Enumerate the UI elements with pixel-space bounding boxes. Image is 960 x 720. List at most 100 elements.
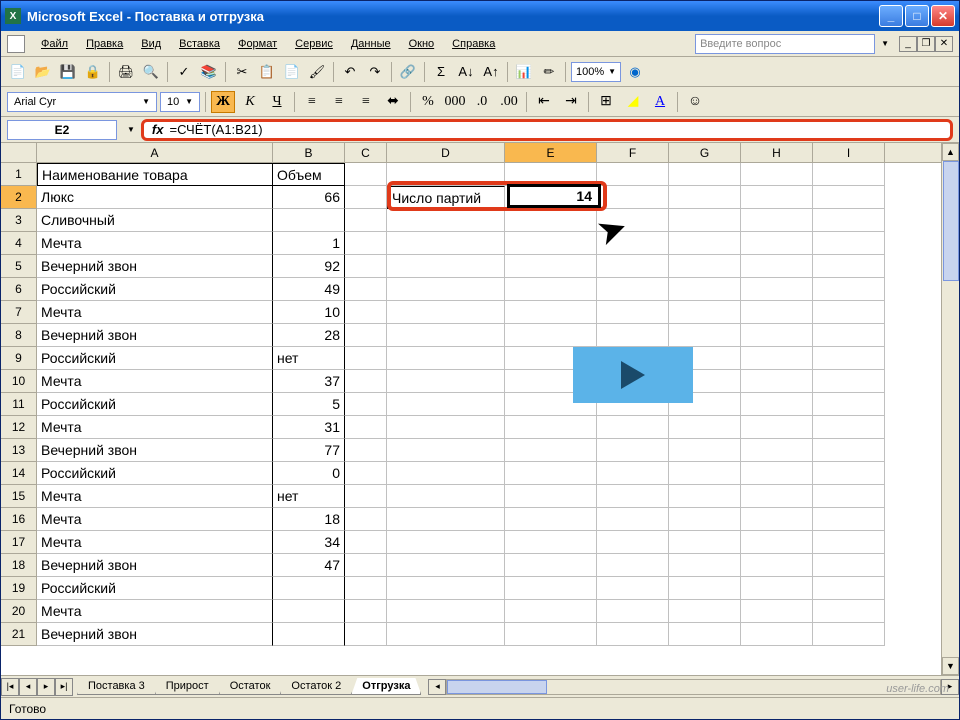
cell[interactable] <box>741 301 813 324</box>
tab-last-button[interactable]: ▸| <box>55 678 73 696</box>
cell[interactable] <box>387 255 505 278</box>
row-header[interactable]: 3 <box>1 209 37 232</box>
cell[interactable]: Вечерний звон <box>37 255 273 278</box>
cell[interactable] <box>597 324 669 347</box>
cell[interactable] <box>345 485 387 508</box>
cell[interactable] <box>813 324 885 347</box>
cell[interactable] <box>597 623 669 646</box>
cell[interactable] <box>669 623 741 646</box>
table-row[interactable]: 1Наименование товараОбъем <box>1 163 959 186</box>
row-header[interactable]: 6 <box>1 278 37 301</box>
cell[interactable] <box>813 278 885 301</box>
cell[interactable] <box>741 347 813 370</box>
scroll-down-icon[interactable]: ▼ <box>942 657 959 675</box>
cell[interactable] <box>387 278 505 301</box>
cell[interactable] <box>813 623 885 646</box>
autosum-icon[interactable]: Σ <box>430 61 452 83</box>
cell[interactable] <box>505 439 597 462</box>
cell[interactable] <box>505 209 597 232</box>
table-row[interactable]: 21Вечерний звон <box>1 623 959 646</box>
cell[interactable] <box>387 393 505 416</box>
cell[interactable] <box>273 577 345 600</box>
sheet-tab[interactable]: Прирост <box>155 678 220 695</box>
cell[interactable] <box>813 163 885 186</box>
menu-window[interactable]: Окно <box>401 35 443 53</box>
row-header[interactable]: 19 <box>1 577 37 600</box>
sheet-tab[interactable]: Остаток <box>219 678 282 695</box>
row-header[interactable]: 12 <box>1 416 37 439</box>
cell[interactable] <box>505 577 597 600</box>
mdi-close-button[interactable]: ✕ <box>935 36 953 52</box>
cell[interactable] <box>741 278 813 301</box>
cell[interactable] <box>505 554 597 577</box>
cell[interactable] <box>669 485 741 508</box>
font-size-selector[interactable]: 10▼ <box>160 92 200 112</box>
col-header-i[interactable]: I <box>813 143 885 162</box>
cell[interactable] <box>505 508 597 531</box>
col-header-g[interactable]: G <box>669 143 741 162</box>
thousands-icon[interactable]: 000 <box>443 91 467 113</box>
cell[interactable] <box>345 439 387 462</box>
cell[interactable] <box>345 393 387 416</box>
cell[interactable]: 10 <box>273 301 345 324</box>
cell[interactable] <box>345 623 387 646</box>
cell[interactable] <box>597 416 669 439</box>
maximize-button[interactable]: □ <box>905 5 929 27</box>
tab-next-button[interactable]: ▸ <box>37 678 55 696</box>
cell[interactable]: 34 <box>273 531 345 554</box>
formula-input[interactable]: fx =СЧЁТ(A1:B21) <box>141 119 953 141</box>
row-header[interactable]: 11 <box>1 393 37 416</box>
cell[interactable] <box>669 301 741 324</box>
table-row[interactable]: 17Мечта34 <box>1 531 959 554</box>
cell[interactable] <box>597 577 669 600</box>
cell[interactable] <box>345 209 387 232</box>
undo-icon[interactable]: ↶ <box>339 61 361 83</box>
table-row[interactable]: 19Российский <box>1 577 959 600</box>
table-row[interactable]: 7Мечта10 <box>1 301 959 324</box>
cell[interactable] <box>387 554 505 577</box>
cell[interactable]: Вечерний звон <box>37 554 273 577</box>
col-header-h[interactable]: H <box>741 143 813 162</box>
cell[interactable] <box>669 577 741 600</box>
table-row[interactable]: 2Люкс66Число партий <box>1 186 959 209</box>
sort-desc-icon[interactable]: A↑ <box>480 61 502 83</box>
cell[interactable] <box>387 439 505 462</box>
row-header[interactable]: 17 <box>1 531 37 554</box>
menu-tools[interactable]: Сервис <box>287 35 341 53</box>
cell[interactable]: 28 <box>273 324 345 347</box>
redo-icon[interactable]: ↷ <box>364 61 386 83</box>
col-header-c[interactable]: C <box>345 143 387 162</box>
cell[interactable] <box>741 531 813 554</box>
cell[interactable]: Мечта <box>37 301 273 324</box>
mdi-minimize-button[interactable]: _ <box>899 36 917 52</box>
link-icon[interactable]: 🔗 <box>397 61 419 83</box>
cell[interactable] <box>741 485 813 508</box>
table-row[interactable]: 14Российский0 <box>1 462 959 485</box>
cell[interactable]: Российский <box>37 278 273 301</box>
dec-indent-icon[interactable]: ⇤ <box>532 91 556 113</box>
cell[interactable] <box>669 255 741 278</box>
cell[interactable]: Вечерний звон <box>37 623 273 646</box>
cell[interactable] <box>741 416 813 439</box>
cell[interactable] <box>597 232 669 255</box>
cell[interactable]: 49 <box>273 278 345 301</box>
col-header-b[interactable]: B <box>273 143 345 162</box>
cell[interactable] <box>387 301 505 324</box>
row-header[interactable]: 4 <box>1 232 37 255</box>
cell[interactable] <box>345 232 387 255</box>
cell[interactable] <box>813 508 885 531</box>
cell[interactable] <box>813 416 885 439</box>
cell[interactable]: Мечта <box>37 508 273 531</box>
cell[interactable] <box>273 600 345 623</box>
col-header-a[interactable]: A <box>37 143 273 162</box>
cell[interactable]: 37 <box>273 370 345 393</box>
cell[interactable] <box>387 623 505 646</box>
cell[interactable]: Мечта <box>37 600 273 623</box>
cell[interactable] <box>387 324 505 347</box>
menu-view[interactable]: Вид <box>133 35 169 53</box>
cell[interactable]: Вечерний звон <box>37 324 273 347</box>
cell[interactable] <box>387 577 505 600</box>
cell[interactable]: Мечта <box>37 370 273 393</box>
cell[interactable] <box>741 324 813 347</box>
row-header[interactable]: 7 <box>1 301 37 324</box>
